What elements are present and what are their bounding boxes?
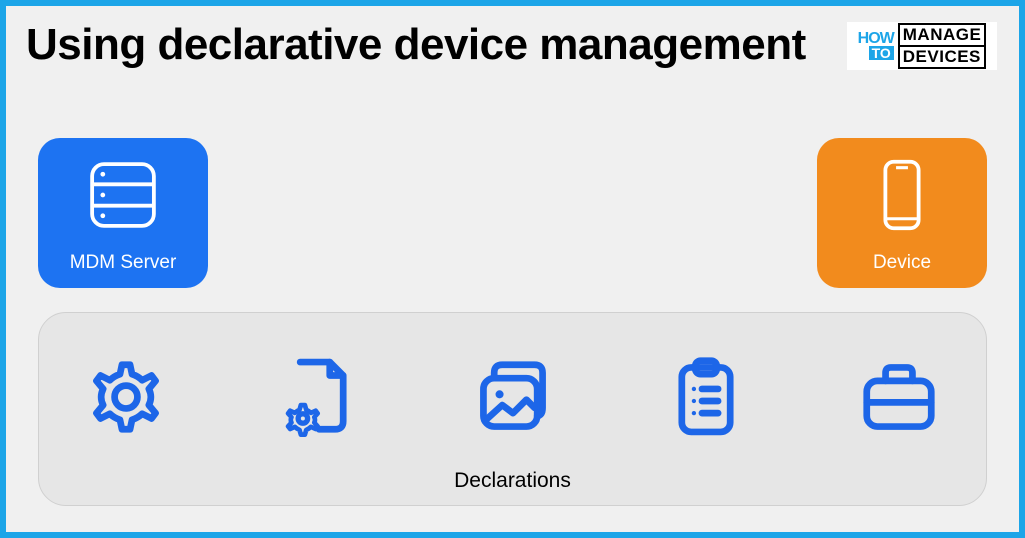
page-title: Using declarative device management (26, 20, 806, 70)
declarations-panel: Declarations (38, 312, 987, 506)
briefcase-icon (856, 354, 942, 445)
phone-icon (864, 157, 940, 238)
logo-text-to: TO (869, 46, 894, 61)
device-card: Device (817, 138, 987, 288)
logo-text-how: HOW (858, 32, 894, 46)
device-label: Device (873, 252, 931, 274)
brand-logo: HOW TO MANAGE DEVICES (847, 22, 997, 70)
mdm-server-label: MDM Server (70, 252, 177, 274)
declarations-icon-row (83, 335, 942, 463)
logo-text-manage: MANAGE (898, 23, 987, 45)
logo-text-devices: DEVICES (898, 45, 987, 69)
server-icon (85, 157, 161, 238)
gear-icon (83, 354, 169, 445)
mdm-server-card: MDM Server (38, 138, 208, 288)
file-gear-icon (276, 354, 362, 445)
declarations-label: Declarations (454, 469, 571, 493)
clipboard-list-icon (663, 354, 749, 445)
photos-icon (470, 354, 556, 445)
